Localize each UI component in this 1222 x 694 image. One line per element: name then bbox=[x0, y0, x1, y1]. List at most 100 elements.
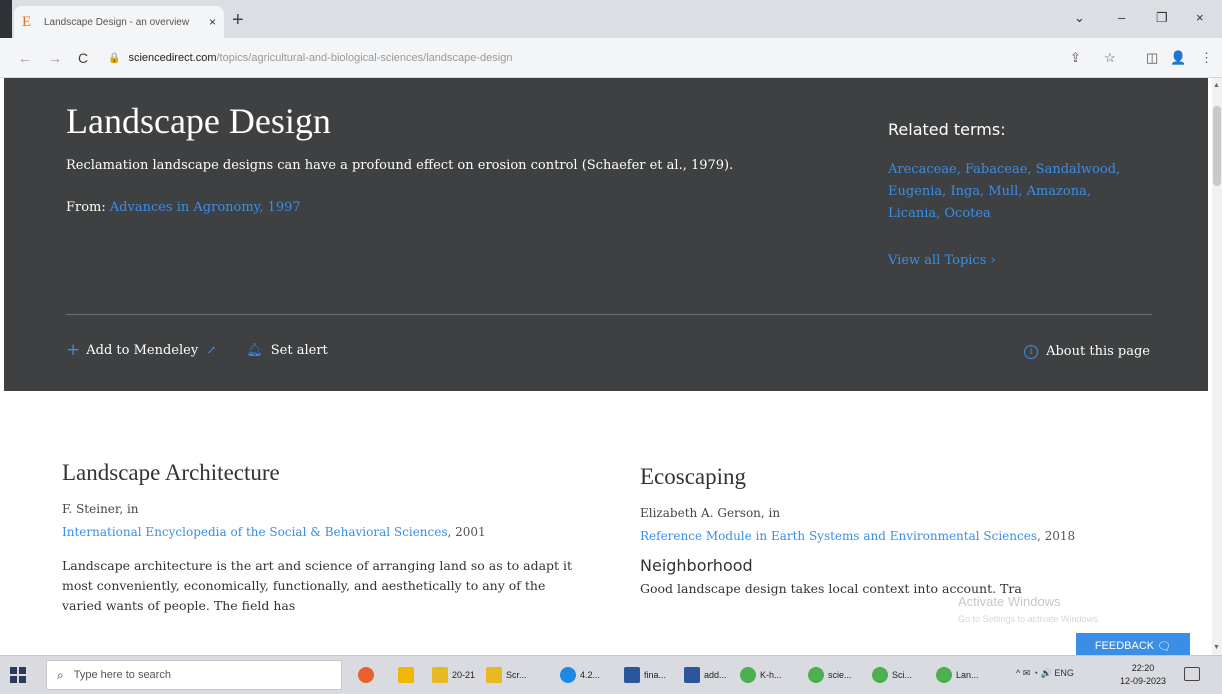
tab-search-chevron-icon[interactable]: ⌄ bbox=[1074, 10, 1085, 26]
windows-start-icon[interactable] bbox=[10, 667, 26, 683]
browser-tab-active[interactable]: E Landscape Design - an overview × bbox=[14, 6, 224, 38]
taskbar-app-button[interactable]: K-h... bbox=[740, 664, 782, 686]
related-term[interactable]: Fabaceae bbox=[965, 162, 1027, 177]
about-this-page-button[interactable]: i About this page bbox=[1024, 344, 1150, 359]
section-subheading: Neighborhood bbox=[640, 556, 753, 575]
related-term[interactable]: Eugenia bbox=[888, 184, 942, 199]
chevron-right-icon: › bbox=[990, 253, 996, 268]
restore-button[interactable]: ❐ bbox=[1156, 10, 1168, 26]
set-alert-button[interactable]: 🔔︎ Set alert bbox=[246, 343, 328, 358]
clock-time: 22:20 bbox=[1131, 663, 1155, 673]
page-title: Landscape Design bbox=[66, 101, 331, 141]
feedback-button[interactable]: FEEDBACK 🗨︎ bbox=[1076, 633, 1190, 655]
clock[interactable]: 22:20 12-09-2023 bbox=[1118, 662, 1168, 688]
app-icon bbox=[398, 667, 414, 683]
chapter-card-right: Ecoscaping Elizabeth A. Gerson, in Refer… bbox=[640, 460, 1120, 599]
taskbar-app-button[interactable] bbox=[358, 664, 378, 686]
app-icon bbox=[432, 667, 448, 683]
system-tray[interactable]: ^ ✉ ◔ 🔊 ENG bbox=[1016, 668, 1074, 679]
chapter-source-link[interactable]: International Encyclopedia of the Social… bbox=[62, 525, 448, 539]
address-bar: ← → C 🔒 sciencedirect.com /topics/agricu… bbox=[0, 38, 1222, 78]
feedback-label: FEEDBACK bbox=[1094, 640, 1155, 652]
related-term[interactable]: Mull bbox=[988, 184, 1018, 199]
app-icon bbox=[560, 667, 576, 683]
app-icon bbox=[486, 667, 502, 683]
app-icon bbox=[808, 667, 824, 683]
related-terms-heading: Related terms: bbox=[888, 120, 1006, 139]
page-content: Landscape Design Reclamation landscape d… bbox=[0, 78, 1212, 655]
chapter-source: International Encyclopedia of the Social… bbox=[62, 522, 582, 542]
speech-bubble-icon: 🗨︎ bbox=[1157, 640, 1172, 653]
taskbar-app-button[interactable]: Lan... bbox=[936, 664, 979, 686]
related-term[interactable]: Sandalwood bbox=[1036, 162, 1116, 177]
share-icon[interactable]: ⇪ bbox=[1070, 50, 1081, 66]
chapter-author: Elizabeth A. Gerson, in bbox=[640, 506, 781, 520]
close-window-button[interactable]: × bbox=[1196, 10, 1204, 25]
url-path: /topics/agricultural-and-biological-scie… bbox=[216, 52, 513, 64]
taskbar-app-button[interactable]: Sci... bbox=[872, 664, 912, 686]
source-link[interactable]: Advances in Agronomy, 1997 bbox=[110, 200, 301, 215]
external-link-icon: ↗ bbox=[206, 343, 217, 357]
view-all-label: View all Topics bbox=[888, 253, 987, 268]
window-edge bbox=[0, 0, 12, 38]
related-term[interactable]: Licania bbox=[888, 206, 936, 221]
taskbar-app-button[interactable]: scie... bbox=[808, 664, 852, 686]
notification-icon[interactable] bbox=[1184, 667, 1200, 681]
tab-title: Landscape Design - an overview bbox=[44, 16, 190, 28]
topic-header: Landscape Design Reclamation landscape d… bbox=[4, 78, 1208, 391]
back-button[interactable]: ← bbox=[18, 50, 32, 66]
chapter-heading[interactable]: Ecoscaping bbox=[640, 464, 1120, 490]
chapter-year: , 2018 bbox=[1037, 529, 1076, 543]
chapter-author: F. Steiner, in bbox=[62, 502, 139, 516]
chapter-year: , 2001 bbox=[447, 525, 486, 539]
scroll-down-icon[interactable]: ▼ bbox=[1213, 644, 1220, 651]
taskbar-app-button[interactable]: add... bbox=[684, 664, 727, 686]
tab-close-icon[interactable]: × bbox=[209, 15, 216, 29]
elsevier-favicon-icon: E bbox=[22, 14, 32, 30]
taskbar-app-button[interactable] bbox=[398, 664, 418, 686]
minimize-button[interactable]: – bbox=[1118, 10, 1125, 25]
chapter-source: Reference Module in Earth Systems and En… bbox=[640, 526, 1120, 546]
profile-icon[interactable]: 👤 bbox=[1170, 50, 1186, 66]
topic-definition: Reclamation landscape designs can have a… bbox=[66, 158, 734, 173]
forward-button[interactable]: → bbox=[48, 50, 62, 66]
taskbar-app-button[interactable]: 20-21 bbox=[432, 664, 475, 686]
related-term[interactable]: Ocotea bbox=[944, 206, 990, 221]
scroll-up-icon[interactable]: ▲ bbox=[1213, 82, 1220, 89]
bell-icon: 🔔︎ bbox=[246, 342, 263, 358]
scrollbar-thumb[interactable] bbox=[1213, 106, 1221, 186]
app-label: K-h... bbox=[760, 670, 782, 680]
view-all-topics-link[interactable]: View all Topics › bbox=[888, 253, 996, 268]
page-scrollbar[interactable]: ▲ ▼ bbox=[1212, 78, 1222, 655]
reload-button[interactable]: C bbox=[78, 50, 88, 66]
info-icon: i bbox=[1024, 344, 1039, 359]
app-icon bbox=[684, 667, 700, 683]
chapter-source-link[interactable]: Reference Module in Earth Systems and En… bbox=[640, 529, 1037, 543]
chapter-heading[interactable]: Landscape Architecture bbox=[62, 460, 582, 486]
app-icon bbox=[358, 667, 374, 683]
related-term[interactable]: Inga bbox=[950, 184, 980, 199]
app-label: 20-21 bbox=[452, 670, 476, 680]
new-tab-button[interactable]: + bbox=[232, 10, 244, 30]
bookmark-star-icon[interactable]: ☆ bbox=[1104, 50, 1116, 66]
taskbar-app-button[interactable]: fina... bbox=[624, 664, 666, 686]
related-terms-panel: Related terms: Arecaceae, Fabaceae, Sand… bbox=[888, 120, 1163, 269]
add-to-mendeley-button[interactable]: + Add to Mendeley ↗ bbox=[66, 340, 216, 360]
taskbar-search-input[interactable]: ⌕ Type here to search bbox=[46, 660, 342, 690]
browser-menu-icon[interactable]: ⋮ bbox=[1200, 50, 1213, 66]
related-term[interactable]: Arecaceae bbox=[888, 162, 957, 177]
related-term[interactable]: Amazona bbox=[1027, 184, 1087, 199]
app-label: 4.2... bbox=[580, 670, 601, 680]
app-label: scie... bbox=[828, 670, 852, 680]
side-panel-icon[interactable]: ◫ bbox=[1146, 50, 1158, 66]
app-label: add... bbox=[704, 670, 727, 680]
app-icon bbox=[936, 667, 952, 683]
set-alert-label: Set alert bbox=[270, 342, 328, 358]
chapter-excerpt: Landscape architecture is the art and sc… bbox=[62, 558, 573, 613]
url-field[interactable]: 🔒 sciencedirect.com /topics/agricultural… bbox=[108, 45, 1048, 71]
chapter-card-left: Landscape Architecture F. Steiner, in In… bbox=[62, 460, 582, 616]
app-label: fina... bbox=[644, 670, 667, 680]
add-to-mendeley-label: Add to Mendeley bbox=[86, 342, 199, 358]
taskbar-app-button[interactable]: Scr... bbox=[486, 664, 527, 686]
taskbar-app-button[interactable]: 4.2... bbox=[560, 664, 600, 686]
